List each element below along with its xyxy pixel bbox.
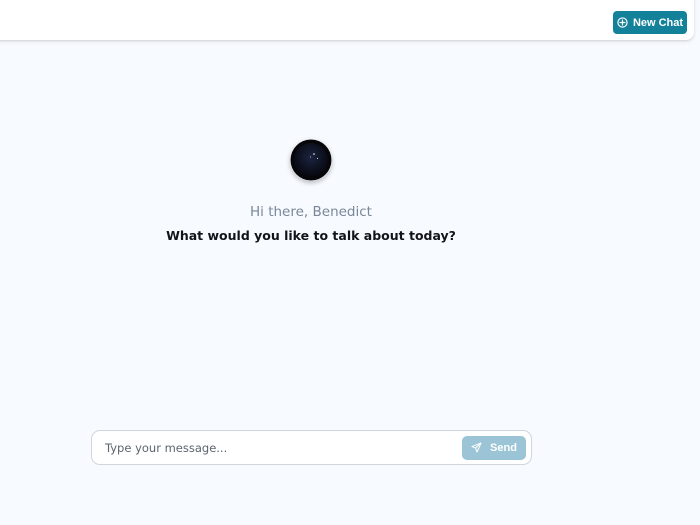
paper-plane-icon (471, 442, 482, 453)
top-bar (0, 0, 694, 40)
chat-page: New Chat Hi there, Benedict What would y… (0, 0, 700, 525)
welcome-section: Hi there, Benedict What would you like t… (0, 139, 622, 245)
plus-circle-icon (617, 17, 628, 28)
crescent-moon-logo-icon (290, 139, 332, 181)
send-label: Send (490, 441, 517, 454)
greeting-text: Hi there, Benedict (250, 204, 372, 220)
new-chat-button[interactable]: New Chat (613, 11, 687, 34)
message-input[interactable] (92, 431, 462, 464)
message-composer: Send (91, 430, 532, 465)
send-button[interactable]: Send (462, 435, 526, 460)
new-chat-label: New Chat (632, 16, 684, 29)
prompt-heading: What would you like to talk about today? (166, 228, 456, 243)
